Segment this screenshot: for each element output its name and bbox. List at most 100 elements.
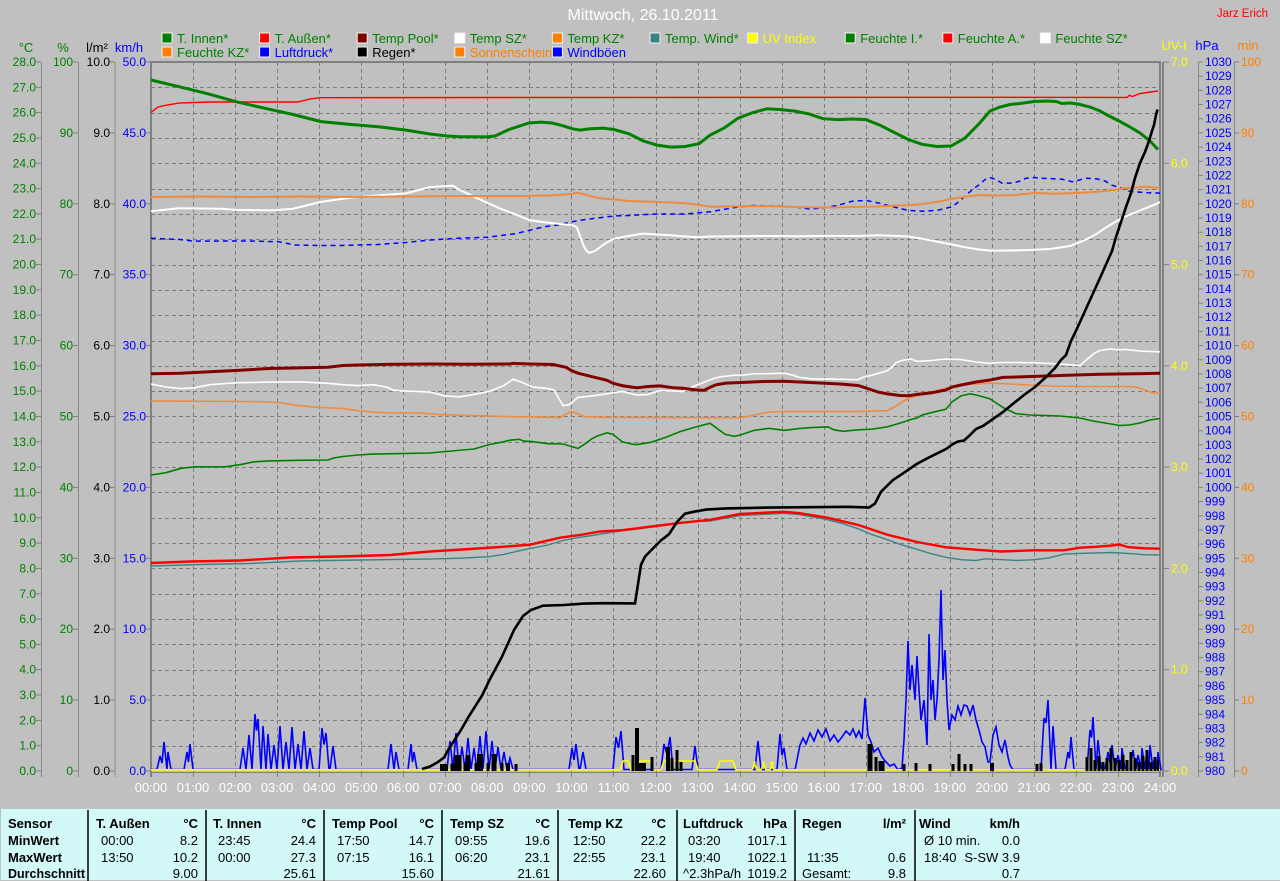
svg-text:1020: 1020 <box>1205 197 1232 211</box>
svg-text:0.0: 0.0 <box>93 764 110 778</box>
svg-text:1030: 1030 <box>1205 55 1232 69</box>
svg-text:40: 40 <box>60 480 74 494</box>
svg-text:60: 60 <box>1241 339 1255 353</box>
svg-text:T. Innen: T. Innen <box>213 816 261 831</box>
svg-text:Temp KZ*: Temp KZ* <box>567 31 624 46</box>
svg-text:Regen*: Regen* <box>372 45 415 60</box>
svg-text:17:50: 17:50 <box>337 833 370 848</box>
svg-text:19:40: 19:40 <box>688 850 721 865</box>
svg-text:Temp SZ*: Temp SZ* <box>470 31 527 46</box>
svg-text:100: 100 <box>1241 55 1261 69</box>
svg-text:15.0: 15.0 <box>13 384 37 398</box>
svg-text:07:00: 07:00 <box>429 780 462 795</box>
svg-text:Temp SZ: Temp SZ <box>450 816 504 831</box>
svg-text:45.0: 45.0 <box>123 126 147 140</box>
svg-text:4.0: 4.0 <box>93 480 110 494</box>
svg-text:0: 0 <box>1241 764 1248 778</box>
svg-text:30: 30 <box>1241 551 1255 565</box>
svg-text:Luftdruck: Luftdruck <box>683 816 744 831</box>
svg-text:15.0: 15.0 <box>123 551 147 565</box>
svg-text:5.0: 5.0 <box>19 637 36 651</box>
svg-text:0.6: 0.6 <box>888 850 906 865</box>
svg-text:40: 40 <box>1241 480 1255 494</box>
svg-text:1022: 1022 <box>1205 168 1232 182</box>
svg-text:22.2: 22.2 <box>641 833 666 848</box>
svg-text:05:00: 05:00 <box>345 780 378 795</box>
svg-text:996: 996 <box>1205 537 1225 551</box>
svg-text:Wind: Wind <box>919 816 951 831</box>
svg-text:Sonnenschein: Sonnenschein <box>470 45 552 60</box>
svg-text:1026: 1026 <box>1205 112 1232 126</box>
svg-text:7.0: 7.0 <box>1171 55 1188 69</box>
svg-text:9.00: 9.00 <box>173 866 198 881</box>
svg-text:3.0: 3.0 <box>93 551 110 565</box>
svg-text:1006: 1006 <box>1205 395 1232 409</box>
svg-text:988: 988 <box>1205 651 1225 665</box>
svg-text:°C: °C <box>183 816 198 831</box>
svg-text:20: 20 <box>60 622 74 636</box>
svg-text:km/h: km/h <box>990 816 1020 831</box>
svg-text:991: 991 <box>1205 608 1225 622</box>
svg-text:20.0: 20.0 <box>123 480 147 494</box>
svg-text:10.0: 10.0 <box>87 55 111 69</box>
svg-text:5.0: 5.0 <box>93 410 110 424</box>
svg-text:4.0: 4.0 <box>1171 359 1188 373</box>
svg-text:1022.1: 1022.1 <box>747 850 787 865</box>
svg-text:25.0: 25.0 <box>13 131 37 145</box>
svg-text:00:00: 00:00 <box>218 850 251 865</box>
svg-text:1015: 1015 <box>1205 268 1232 282</box>
svg-text:990: 990 <box>1205 622 1225 636</box>
svg-text:°C: °C <box>19 40 34 55</box>
svg-text:02:00: 02:00 <box>219 780 252 795</box>
svg-text:19:00: 19:00 <box>934 780 967 795</box>
svg-text:MinWert: MinWert <box>8 833 60 848</box>
svg-text:1014: 1014 <box>1205 282 1232 296</box>
svg-text:03:00: 03:00 <box>261 780 294 795</box>
svg-text:16.0: 16.0 <box>13 359 37 373</box>
svg-text:1012: 1012 <box>1205 310 1232 324</box>
svg-text:30.0: 30.0 <box>123 339 147 353</box>
svg-text:18:40: 18:40 <box>924 850 957 865</box>
svg-text:09:55: 09:55 <box>455 833 488 848</box>
svg-text:00:00: 00:00 <box>101 833 134 848</box>
svg-text:26.0: 26.0 <box>13 106 37 120</box>
svg-text:14:00: 14:00 <box>723 780 756 795</box>
svg-text:Temp Pool: Temp Pool <box>332 816 397 831</box>
svg-text:1028: 1028 <box>1205 83 1232 97</box>
svg-text:986: 986 <box>1205 679 1225 693</box>
svg-text:983: 983 <box>1205 722 1225 736</box>
svg-text:995: 995 <box>1205 551 1225 565</box>
svg-text:80: 80 <box>1241 197 1255 211</box>
svg-text:22.0: 22.0 <box>13 207 37 221</box>
svg-text:UV Index: UV Index <box>763 31 817 46</box>
svg-text:06:20: 06:20 <box>455 850 488 865</box>
svg-text:21:00: 21:00 <box>1018 780 1051 795</box>
svg-text:15:00: 15:00 <box>765 780 798 795</box>
svg-text:Feuchte A.*: Feuchte A.* <box>958 31 1025 46</box>
svg-text:7.0: 7.0 <box>19 587 36 601</box>
svg-text:Regen: Regen <box>802 816 842 831</box>
svg-text:Feuchte KZ*: Feuchte KZ* <box>177 45 249 60</box>
svg-text:13:00: 13:00 <box>681 780 714 795</box>
svg-text:10.0: 10.0 <box>13 511 37 525</box>
svg-text:100: 100 <box>53 55 73 69</box>
svg-text:1013: 1013 <box>1205 296 1232 310</box>
svg-text:10:00: 10:00 <box>555 780 588 795</box>
svg-text:24.4: 24.4 <box>291 833 316 848</box>
svg-text:5.0: 5.0 <box>1171 258 1188 272</box>
svg-text:21.61: 21.61 <box>517 866 550 881</box>
svg-text:14.7: 14.7 <box>409 833 434 848</box>
svg-text:989: 989 <box>1205 636 1225 650</box>
svg-text:11:35: 11:35 <box>807 850 839 865</box>
svg-text:1003: 1003 <box>1205 438 1232 452</box>
svg-text:Ø 10 min.: Ø 10 min. <box>924 833 980 848</box>
svg-text:2.0: 2.0 <box>1171 561 1188 575</box>
svg-text:6.0: 6.0 <box>93 339 110 353</box>
svg-text:hPa: hPa <box>763 816 788 831</box>
svg-text:6.0: 6.0 <box>1171 156 1188 170</box>
svg-text:08:00: 08:00 <box>471 780 504 795</box>
svg-text:S-SW 3.9: S-SW 3.9 <box>964 850 1020 865</box>
svg-text:90: 90 <box>1241 126 1255 140</box>
svg-text:l/m²: l/m² <box>86 40 108 55</box>
svg-text:1024: 1024 <box>1205 140 1232 154</box>
